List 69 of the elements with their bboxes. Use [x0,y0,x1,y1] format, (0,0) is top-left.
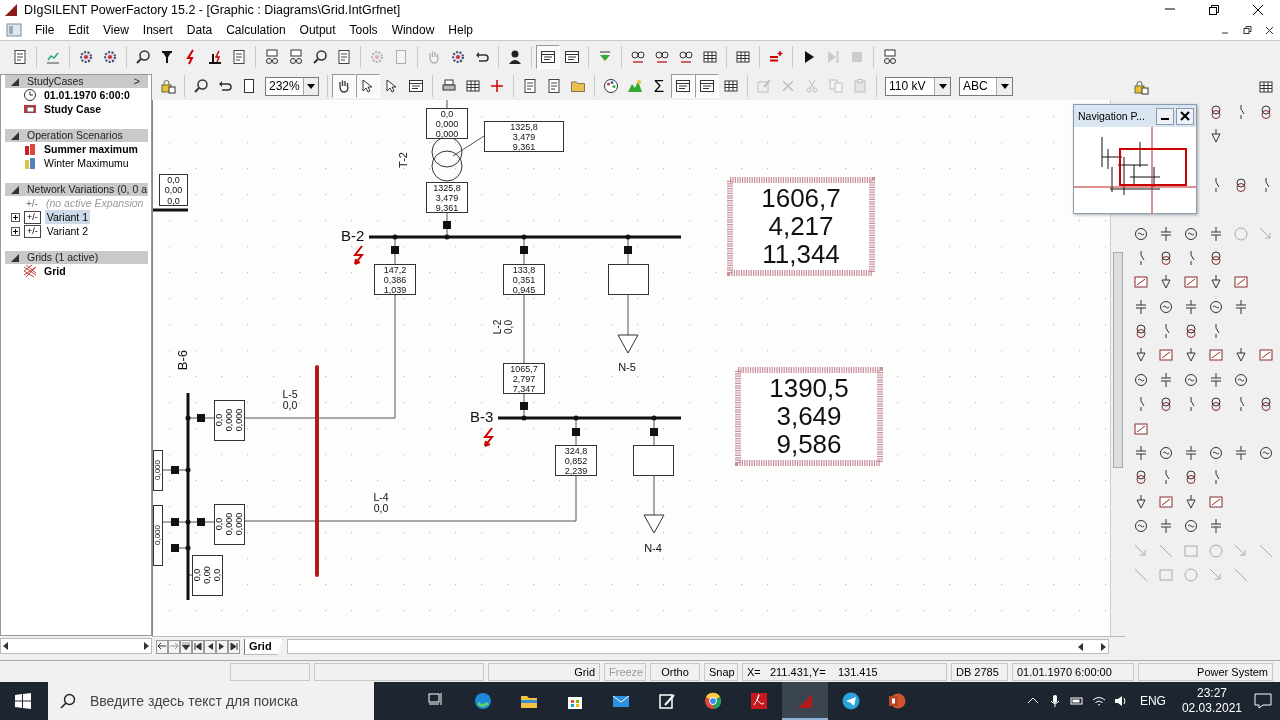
diagram-label: T-2 [397,152,409,168]
variant-tag: +/- [24,197,40,209]
diagram-label: B-3 [470,408,494,425]
result-box: 0,0 0,000 0,000 [426,108,468,139]
menu-item[interactable]: Output [292,20,343,40]
diagram-label: 0,0 [282,399,298,411]
menu-item[interactable]: Data [179,20,220,40]
diagram-label: B-6 [175,349,190,371]
search-bar[interactable]: Введите здесь текст для поиска [48,682,374,720]
clock-date[interactable]: 02.03.2021 [1181,701,1242,716]
result-box: 1325,8 3,479 9,361 [426,182,468,213]
window-title: DIgSILENT PowerFactory 15.2 - [Graphic : Diagrams\Grid.IntGrfnet] [24,2,402,19]
dropdown[interactable]: 110 kV [885,76,951,96]
menu-item[interactable]: Insert [135,20,180,40]
clock-time[interactable]: 23:27 [1196,686,1227,701]
expand-arrow[interactable]: > [133,75,148,88]
tree-item[interactable]: 01.01.1970 6:00:0 [42,88,132,102]
dropdown[interactable]: 232% [265,76,319,96]
section-header[interactable]: StudyCases [27,75,134,88]
sum-button[interactable]: Σ [647,74,671,98]
status-field: Grid [488,662,600,681]
result-box: 0,000 [153,450,163,491]
diagram-label: L-4 [373,491,389,503]
result-box: 1065,7 2,797 7,347 [503,363,545,394]
variant-tag: +/- [24,210,41,224]
tree-item[interactable]: Summer maximum [42,142,140,156]
diagram-label: N-4 [644,542,662,554]
diagram-label: B-2 [341,227,365,244]
tree-item[interactable]: Grid [42,264,68,278]
menu-item[interactable]: Edit [61,20,97,40]
result-box: 0,0 0,000 0,000 [214,504,245,545]
menu-item[interactable]: Tools [342,20,385,40]
menu-item[interactable]: Help [441,20,480,40]
search-field[interactable]: Введите здесь текст для поиска [90,690,374,712]
result-box: 0,0 0,00 0,0 [159,174,188,206]
diagram-label: N-5 [618,361,636,373]
result-box: 324,8 0,852 2,239 [555,445,597,476]
result-box: 0,0 0,000 0,000 [214,400,245,441]
tree-item[interactable]: Variant 1 [44,210,90,224]
page-tab[interactable]: Grid [244,638,283,655]
result-box: 0,0 0,00 0,0 [192,555,223,596]
diagram-label: L-2 [492,319,503,335]
menu-item[interactable]: View [96,20,136,40]
diagram-label: 0,0 [503,320,514,334]
menu-item[interactable]: Calculation [219,20,293,40]
status-field: Freeze [604,662,646,681]
menu-item[interactable]: Window [384,20,442,40]
result-summary-box: 1390,5 3,649 9,586 [735,367,883,466]
status-field: Ortho [650,662,700,681]
status-field: X= 211.431,Y= 131.415 [742,662,947,681]
tree-item[interactable]: Variant 2 [44,224,90,238]
status-field: Power System [1138,662,1273,681]
result-summary-box: 1606,7 4,217 11,344 [727,177,875,276]
dropdown[interactable]: ABC [959,76,1013,96]
status-field: Snap [704,662,738,681]
result-box: 1325,8 3,479 9,361 [484,121,564,152]
panel-title: Navigation P... [1077,109,1146,124]
result-box: 147,2 0,386 1,039 [374,264,416,295]
tree-item[interactable]: Study Case [42,102,104,116]
result-box: 0,000 [153,505,163,566]
menu-item[interactable]: File [28,20,62,40]
variant-tag: +/- [24,224,41,238]
status-field: 01.01.1970 6:00:00 [1012,662,1134,681]
result-box: 133,8 0,351 0,945 [503,264,545,295]
diagram-label: L-5 [282,388,298,400]
diagram-label: 0,0 [373,502,389,514]
status-field: DB 2785 [951,662,1008,681]
language-indicator[interactable]: ENG [1135,692,1170,710]
tree-item[interactable]: Winter Maximumu [42,156,131,170]
